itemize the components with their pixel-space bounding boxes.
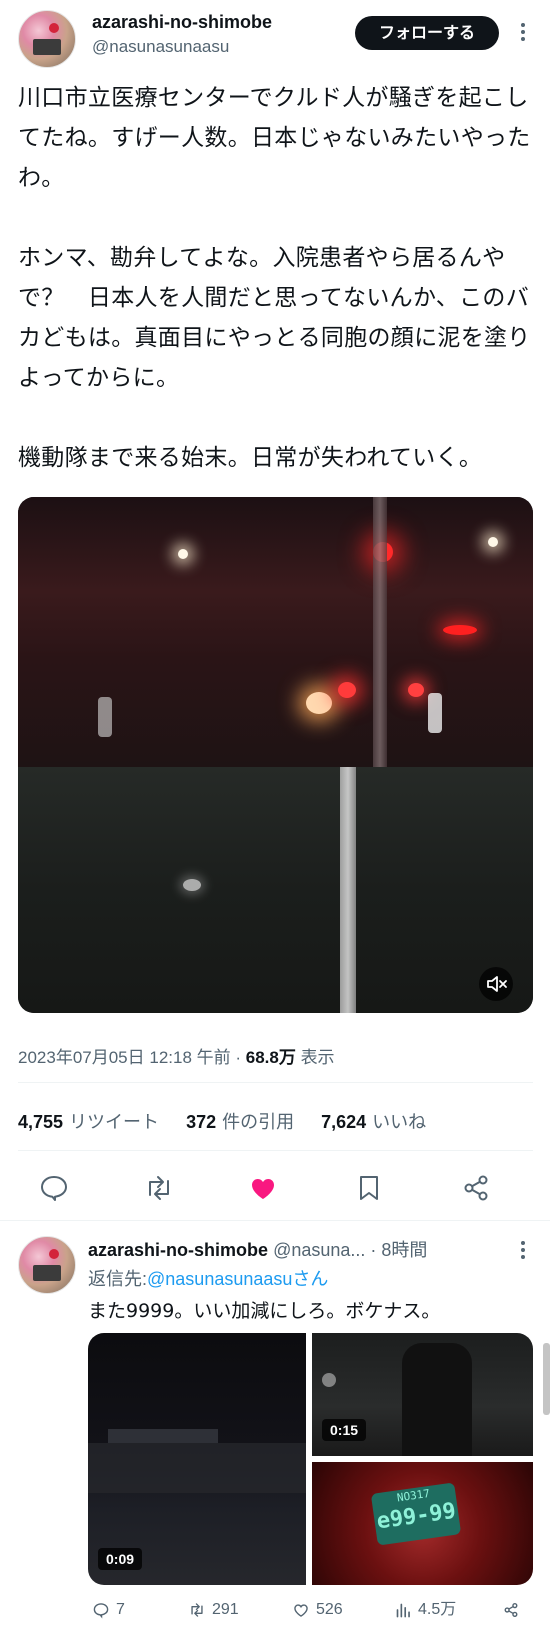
views-count: 68.8万 — [245, 1048, 296, 1067]
reply-actions: 7 291 526 4.5万 — [88, 1595, 533, 1625]
author-name[interactable]: azarashi-no-shimobe — [92, 12, 272, 33]
video-duration: 0:09 — [98, 1548, 143, 1570]
reply-text: また9999。いい加減にしろ。ボケナス。 — [88, 1300, 441, 1322]
reply-image-plate[interactable]: NO317 e99-99 — [312, 1462, 533, 1585]
reply-retweets-count: 291 — [212, 1601, 239, 1618]
tweet-actions — [18, 1168, 533, 1208]
reply-reply-button[interactable]: 7 — [90, 1595, 125, 1625]
reply-media-grid: 0:09 0:15 NO317 e99-99 — [88, 1333, 533, 1585]
reply-share-button[interactable] — [500, 1595, 526, 1625]
quotes-label: 件の引用 — [222, 1112, 295, 1132]
reply-header: azarashi-no-shimobe @nasuna... · 8時間 — [88, 1236, 427, 1262]
more-icon[interactable] — [516, 1238, 530, 1264]
reply-to-link[interactable]: @nasunasunaasuさん — [147, 1269, 328, 1289]
reply-author-avatar[interactable] — [18, 1236, 76, 1294]
engagement-stats: 4,755 リツイート 372 件の引用 7,624 いいね — [18, 1108, 448, 1134]
tweet-text: 川口市立医療センターでクルド人が騒ぎを起こしてたね。すげー人数。日本じゃないみた… — [18, 85, 531, 471]
reply-views-count: 4.5万 — [418, 1601, 457, 1618]
reply-icon — [93, 1603, 109, 1619]
views-label: 表示 — [300, 1048, 335, 1067]
reply-to: 返信先:@nasunasunaasuさん — [88, 1265, 328, 1291]
scrollbar[interactable] — [543, 1343, 550, 1415]
share-icon[interactable] — [456, 1168, 496, 1208]
share-icon — [504, 1602, 518, 1617]
quotes-count: 372 — [186, 1112, 217, 1132]
video-frame-bottom — [18, 767, 533, 1013]
divider — [18, 1150, 533, 1151]
section-separator — [0, 1220, 550, 1221]
heart-icon — [294, 1604, 308, 1617]
likes-label: いいね — [372, 1112, 427, 1132]
reply-author-name[interactable]: azarashi-no-shimobe — [88, 1240, 268, 1260]
retweet-icon — [191, 1603, 203, 1617]
analytics-icon — [396, 1603, 410, 1618]
likes-stat[interactable]: 7,624 いいね — [321, 1112, 426, 1132]
license-plate: NO317 e99-99 — [370, 1482, 462, 1546]
mute-icon[interactable] — [479, 967, 513, 1001]
follow-button[interactable]: フォローする — [355, 16, 499, 50]
quotes-stat[interactable]: 372 件の引用 — [186, 1112, 294, 1132]
video-frame-top — [18, 497, 533, 767]
reply-to-prefix: 返信先: — [88, 1269, 148, 1289]
reply-views-button[interactable]: 4.5万 — [392, 1595, 456, 1625]
tweet-meta: 2023年07月05日 12:18 午前 · 68.8万 表示 — [18, 1048, 335, 1067]
reply-likes-count: 526 — [316, 1601, 343, 1618]
retweets-label: リツイート — [69, 1112, 160, 1132]
retweet-icon[interactable] — [139, 1168, 179, 1208]
author-handle[interactable]: @nasunasunaasu — [92, 37, 229, 57]
author-avatar[interactable] — [18, 10, 76, 68]
heart-icon[interactable] — [243, 1168, 283, 1208]
tweet-video[interactable] — [18, 497, 533, 1013]
reply-video-1[interactable]: 0:09 — [88, 1333, 306, 1585]
retweets-count: 4,755 — [18, 1112, 64, 1132]
reply-icon[interactable] — [34, 1168, 74, 1208]
likes-count: 7,624 — [321, 1112, 367, 1132]
divider — [18, 1082, 533, 1083]
reply-video-2[interactable]: 0:15 — [312, 1333, 533, 1456]
retweets-stat[interactable]: 4,755 リツイート — [18, 1112, 159, 1132]
bookmark-icon[interactable] — [349, 1168, 389, 1208]
reply-time[interactable]: · 8時間 — [370, 1240, 427, 1260]
reply-author-handle[interactable]: @nasuna... — [273, 1240, 365, 1260]
video-duration: 0:15 — [322, 1419, 367, 1441]
timestamp[interactable]: 2023年07月05日 12:18 午前 — [18, 1048, 231, 1067]
more-icon[interactable] — [516, 20, 530, 46]
reply-retweet-button[interactable]: 291 — [186, 1595, 239, 1625]
reply-replies-count: 7 — [116, 1601, 125, 1618]
reply-like-button[interactable]: 526 — [290, 1595, 343, 1625]
